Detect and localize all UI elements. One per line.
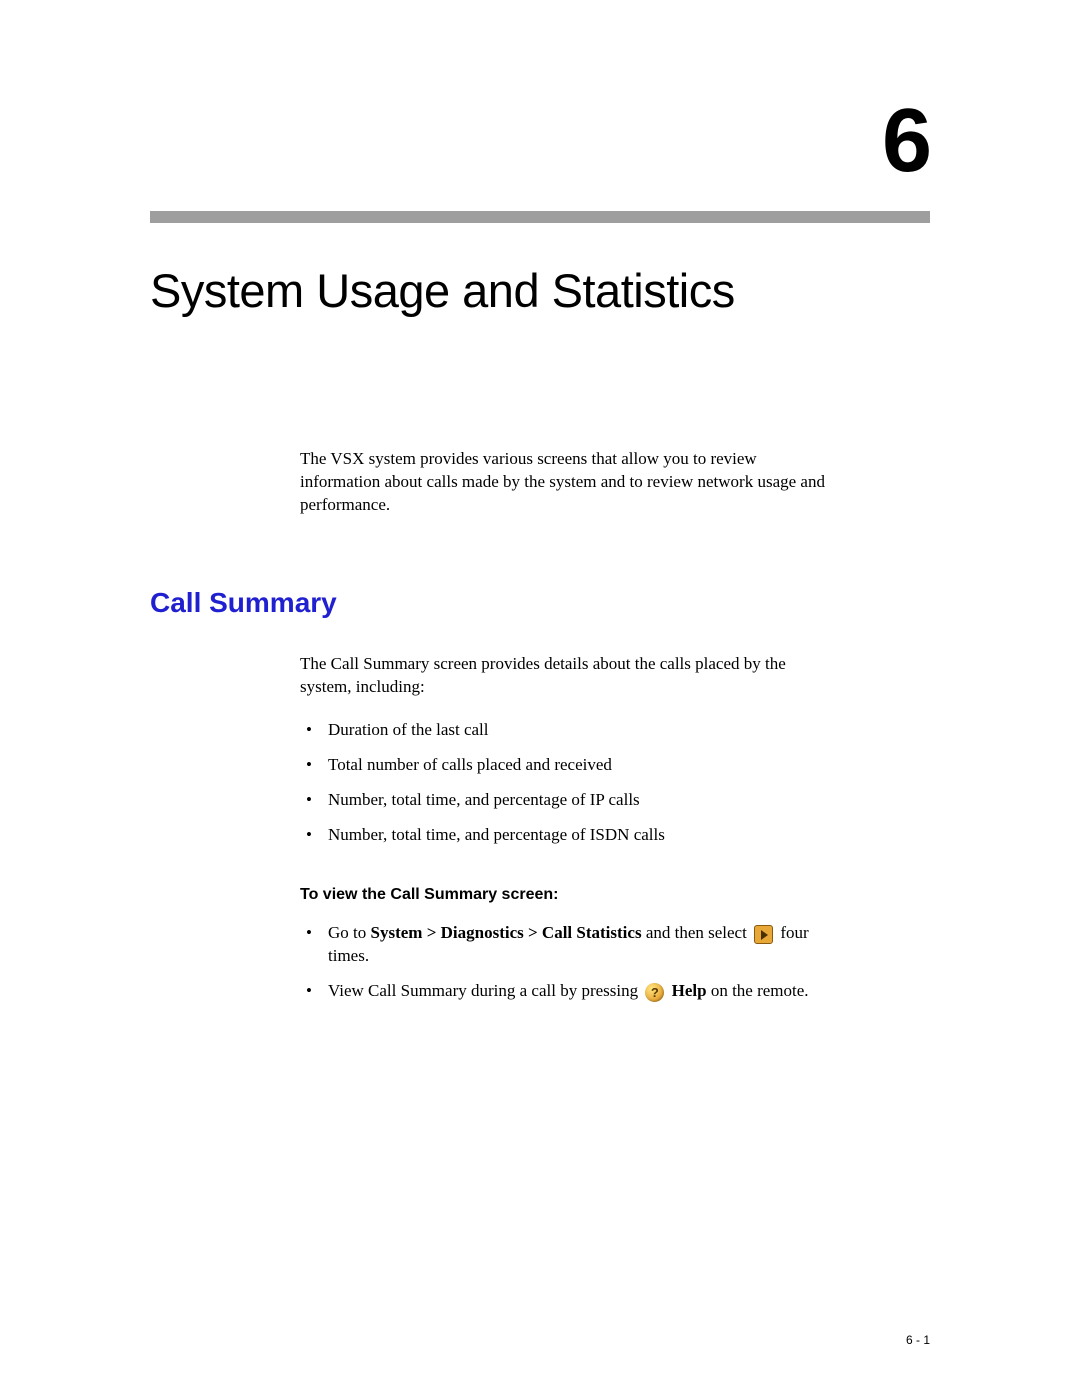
- chapter-title: System Usage and Statistics: [150, 263, 840, 318]
- step-bold-path: System > Diagnostics > Call Statistics: [371, 923, 642, 942]
- page-number: 6 - 1: [906, 1333, 930, 1347]
- step-text: on the remote.: [707, 981, 809, 1000]
- section-paragraph: The Call Summary screen provides details…: [300, 653, 840, 699]
- step-text: and then select: [642, 923, 752, 942]
- list-item: Duration of the last call: [300, 719, 840, 742]
- sub-heading: To view the Call Summary screen:: [300, 886, 840, 904]
- list-item: Total number of calls placed and receive…: [300, 754, 840, 777]
- list-item: Go to System > Diagnostics > Call Statis…: [300, 922, 840, 968]
- step-text: View Call Summary during a call by press…: [328, 981, 642, 1000]
- list-item: Number, total time, and percentage of IP…: [300, 789, 840, 812]
- step-text: Go to: [328, 923, 371, 942]
- chapter-number: 6: [150, 90, 930, 193]
- right-arrow-icon: [754, 925, 773, 944]
- step-bold-help: Help: [672, 981, 707, 1000]
- help-icon: [645, 983, 664, 1002]
- horizontal-divider: [150, 211, 930, 223]
- intro-paragraph: The VSX system provides various screens …: [300, 448, 840, 517]
- list-item: View Call Summary during a call by press…: [300, 980, 840, 1003]
- steps-list: Go to System > Diagnostics > Call Statis…: [300, 922, 840, 1003]
- section-heading: Call Summary: [150, 587, 840, 619]
- document-page: 6 System Usage and Statistics The VSX sy…: [0, 0, 1080, 1397]
- bullet-list: Duration of the last call Total number o…: [300, 719, 840, 847]
- list-item: Number, total time, and percentage of IS…: [300, 824, 840, 847]
